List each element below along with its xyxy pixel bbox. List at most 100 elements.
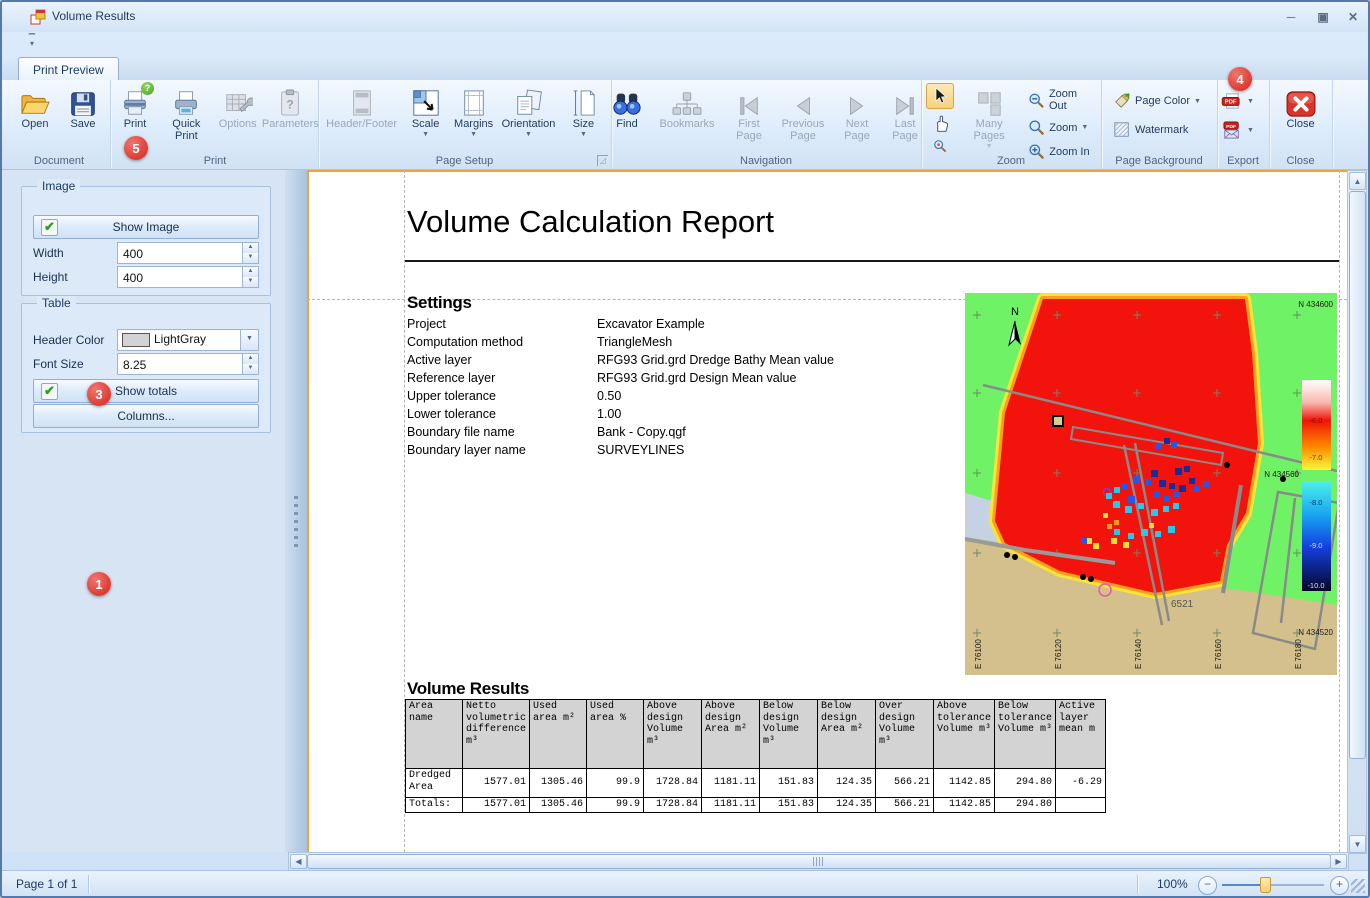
send-pdf-email-button[interactable]: PDF ▼ [1217, 119, 1258, 141]
zoom-out-button[interactable]: Zoom Out [1024, 86, 1101, 114]
svg-text:-8.0: -8.0 [1310, 498, 1323, 507]
table-header-row: Area name Netto volumetric difference m³… [406, 700, 1106, 769]
quick-print-button[interactable]: Quick Print [160, 83, 213, 144]
margins-button[interactable]: Margins ▼ [451, 83, 497, 140]
options-button: Options [215, 83, 261, 132]
export-pdf-button[interactable]: PDF ▼ [1217, 91, 1258, 111]
show-image-toggle[interactable]: ✔ Show Image [33, 215, 259, 239]
header-color-swatch [122, 333, 150, 347]
vertical-scroll-thumb[interactable] [1349, 191, 1366, 759]
zoom-percentage: 100% [1157, 877, 1188, 891]
orientation-button[interactable]: Orientation ▼ [499, 83, 559, 140]
col-header: Used area % [587, 700, 644, 769]
scroll-down-button[interactable]: ▼ [1349, 835, 1366, 853]
show-totals-label: Show totals [115, 384, 177, 398]
zoom-decrease-button[interactable]: − [1198, 876, 1217, 895]
show-image-checkbox-icon: ✔ [41, 219, 58, 236]
svg-text:-9.0: -9.0 [1310, 541, 1323, 550]
horizontal-scrollbar[interactable]: ◀ ▶ [288, 852, 1349, 871]
map-e-label: E 76100 [974, 639, 983, 669]
cell: 1577.01 [463, 769, 530, 798]
print-button[interactable]: ? Print [112, 83, 158, 132]
parameters-button: ? Parameters [263, 83, 318, 132]
magnifier-icon [933, 139, 947, 153]
next-page-button: Next Page [834, 83, 880, 144]
scroll-thumb-grip [813, 857, 825, 866]
margins-icon [461, 85, 487, 118]
header-color-row: Header Color LightGray ▼ [33, 329, 257, 351]
minimize-button[interactable]: ─ [1278, 10, 1304, 25]
height-row: Height ▲▼ [33, 266, 257, 288]
header-color-dropdown-arrow[interactable]: ▼ [240, 330, 258, 350]
map-e-label: E 76140 [1134, 639, 1143, 669]
close-preview-button[interactable]: Close [1278, 83, 1324, 132]
col-header: Used area m² [530, 700, 587, 769]
pointer-tool-button[interactable] [926, 83, 954, 109]
show-totals-checkbox-icon: ✔ [41, 383, 58, 400]
header-color-combo[interactable]: LightGray ▼ [117, 329, 259, 351]
font-size-stepper[interactable]: ▲▼ [242, 354, 258, 374]
height-stepper[interactable]: ▲▼ [242, 267, 258, 287]
bookmarks-button: Bookmarks [652, 83, 722, 132]
survey-map-image: N -6.0 -7.0 -8.0 -9.0 -10.0 N 434600 N 4… [965, 293, 1337, 675]
next-page-label: Next Page [837, 118, 877, 142]
columns-button[interactable]: Columns... [33, 404, 259, 428]
previous-page-icon [788, 85, 818, 118]
size-button[interactable]: Size ▼ [560, 83, 606, 140]
hand-tool-button[interactable] [927, 111, 953, 135]
vertical-scrollbar[interactable]: ▲ ▼ [1347, 170, 1367, 854]
show-image-label: Show Image [113, 220, 180, 234]
font-size-label: Font Size [33, 357, 84, 371]
zoom-tool-button[interactable] [927, 137, 953, 155]
map-e-label: E 76120 [1054, 639, 1063, 669]
setting-value: 0.50 [597, 389, 621, 403]
printer-icon: ? [120, 85, 150, 118]
scroll-right-button[interactable]: ▶ [1330, 854, 1347, 869]
customize-qat-icon[interactable]: ▔▾ [26, 36, 38, 48]
maximize-button[interactable]: ▣ [1310, 10, 1336, 25]
zoom-slider-thumb[interactable] [1260, 877, 1271, 893]
svg-text:PDF: PDF [1225, 100, 1237, 106]
setting-label: Lower tolerance [407, 407, 496, 421]
resize-grip[interactable] [1351, 879, 1365, 893]
many-pages-label: Many Pages [959, 118, 1019, 142]
save-button[interactable]: Save [60, 83, 106, 132]
scale-dropdown-arrow: ▼ [422, 131, 429, 138]
zoom-button[interactable]: Zoom ▼ [1024, 117, 1101, 138]
total-cell: 1181.11 [702, 798, 760, 813]
svg-text:?: ? [287, 98, 294, 112]
font-size-input[interactable] [118, 354, 242, 374]
sidebar: Image ✔ Show Image Width ▲▼ Height ▲▼ [2, 170, 285, 852]
totals-label: Totals: [406, 798, 463, 813]
page-color-button[interactable]: Page Color ▼ [1109, 91, 1205, 111]
height-input[interactable] [118, 267, 242, 287]
open-button[interactable]: Open [12, 83, 58, 132]
group-close-label: Close [1269, 155, 1332, 167]
zoom-increase-button[interactable]: + [1330, 876, 1349, 895]
find-button[interactable]: Find [604, 83, 650, 132]
callout-4: 4 [1228, 67, 1252, 91]
total-cell: 294.80 [995, 798, 1056, 813]
map-n-label: N 434600 [1298, 300, 1333, 309]
margins-dropdown-arrow: ▼ [470, 131, 477, 138]
show-totals-toggle[interactable]: ✔ Show totals [33, 379, 259, 403]
horizontal-scroll-thumb[interactable] [307, 854, 1331, 869]
watermark-button[interactable]: Watermark [1109, 119, 1192, 140]
tab-print-preview[interactable]: Print Preview [18, 57, 119, 81]
quick-print-label: Quick Print [163, 118, 210, 142]
width-input[interactable] [118, 243, 242, 263]
close-window-button[interactable]: ✕ [1340, 10, 1366, 25]
scroll-left-button[interactable]: ◀ [290, 854, 307, 869]
sidebar-splitter[interactable] [285, 170, 307, 852]
zoom-out-label: Zoom Out [1049, 88, 1097, 112]
map-colorbar: -6.0 -7.0 -8.0 -9.0 -10.0 [1302, 380, 1331, 591]
scroll-up-button[interactable]: ▲ [1349, 172, 1366, 190]
pdf-email-icon: PDF [1221, 121, 1243, 139]
setting-value: RFG93 Grid.grd Dredge Bathy Mean value [597, 353, 834, 367]
setting-label: Computation method [407, 335, 523, 349]
size-label: Size [573, 118, 594, 130]
scale-button[interactable]: Scale ▼ [403, 83, 449, 140]
col-header: Below tolerance Volume m³ [995, 700, 1056, 769]
zoom-slider-fill [1222, 884, 1264, 886]
width-stepper[interactable]: ▲▼ [242, 243, 258, 263]
